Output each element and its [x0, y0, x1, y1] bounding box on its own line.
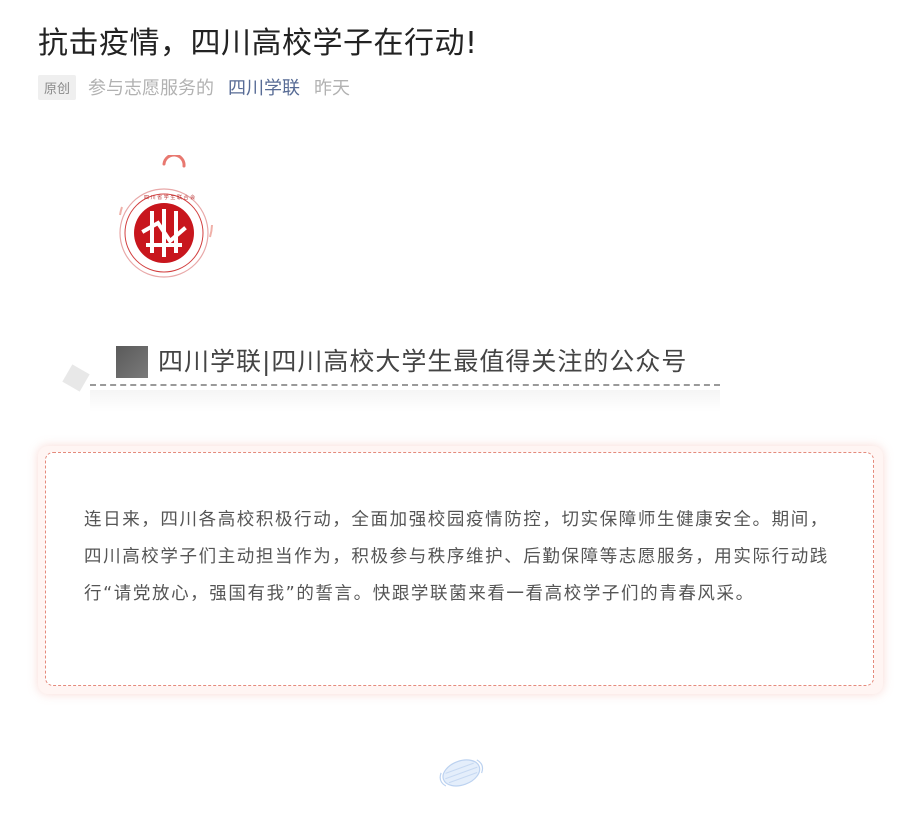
publish-time: 昨天: [314, 78, 351, 99]
banner-shadow: [90, 390, 720, 412]
face-mask-icon: [438, 752, 484, 792]
sichuan-student-federation-logo-icon: 四 川 省 学 生 联 合 会: [108, 155, 220, 285]
article-title: 抗击疫情，四川高校学子在行动!: [38, 26, 478, 61]
square-bullet-icon: [116, 346, 148, 378]
article-meta: 原创 参与志愿服务的 四川学联 昨天: [38, 74, 350, 100]
account-header-banner: 四川学联|四川高校大学生最值得关注的公众号: [60, 330, 740, 420]
banner-text: 四川学联|四川高校大学生最值得关注的公众号: [158, 347, 688, 376]
intro-paragraph: 连日来，四川各高校积极行动，全面加强校园疫情防控，切实保障师生健康安全。期间，四…: [84, 510, 829, 604]
dashed-divider: [90, 384, 720, 386]
original-tag: 原创: [38, 74, 77, 100]
svg-text:四 川 省 学 生 联 合 会: 四 川 省 学 生 联 合 会: [144, 194, 195, 201]
author-name: 参与志愿服务的: [88, 78, 215, 99]
diamond-decoration-icon: [62, 364, 90, 392]
account-name-link[interactable]: 四川学联: [228, 74, 300, 100]
